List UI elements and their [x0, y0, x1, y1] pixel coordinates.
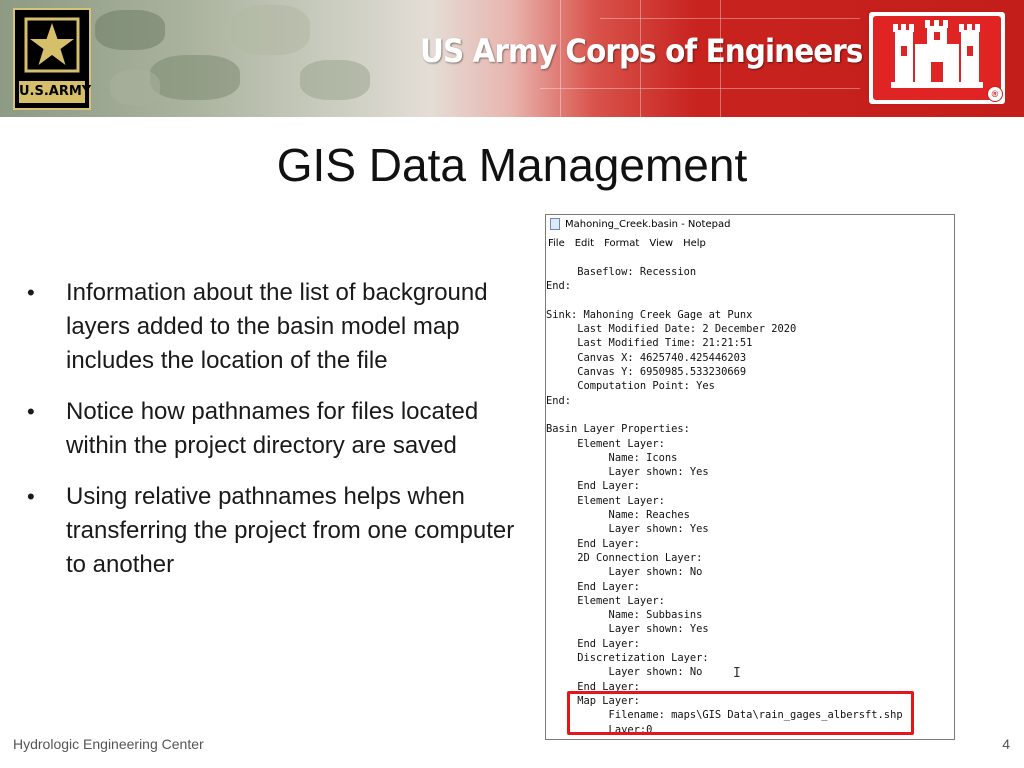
notepad-line: End:	[546, 280, 572, 293]
bullet-list: • Information about the list of backgrou…	[22, 276, 532, 599]
star-icon	[24, 17, 80, 73]
footer-organization: Hydrologic Engineering Center	[13, 736, 204, 752]
notepad-line: Layer shown: Yes	[546, 466, 709, 479]
notepad-line: Layer shown: No	[546, 566, 703, 579]
notepad-window-screenshot: Mahoning_Creek.basin - Notepad File Edit…	[545, 214, 955, 740]
notepad-line: Layer shown: No	[546, 666, 703, 679]
menu-view[interactable]: View	[649, 238, 673, 249]
notepad-line	[546, 294, 903, 308]
notepad-line: Last Modified Date: 2 December 2020	[546, 323, 797, 336]
notepad-line: Name: Reaches	[546, 509, 690, 522]
us-army-logo: U.S.ARMY	[13, 8, 91, 110]
bullet-icon: •	[27, 399, 35, 424]
notepad-line: Sink: Mahoning Creek Gage at Punx	[546, 308, 753, 321]
notepad-line: 2D Connection Layer:	[546, 551, 703, 564]
slide-title: GIS Data Management	[276, 139, 748, 191]
header-banner: U.S.ARMY US Army Corps of Engineers ®	[0, 0, 1024, 117]
menu-help[interactable]: Help	[683, 238, 706, 249]
notepad-line: Element Layer:	[546, 437, 665, 450]
bullet-item: • Using relative pathnames helps when tr…	[22, 480, 532, 582]
notepad-line: Last Modified Time: 21:21:51	[546, 337, 753, 350]
castle-icon	[891, 20, 983, 88]
notepad-line: Name: Subbasins	[546, 609, 703, 622]
corps-castle-logo: ®	[866, 9, 1008, 107]
notepad-line: End Layer:	[546, 480, 640, 493]
notepad-line: Discretization Layer:	[546, 652, 709, 665]
bullet-text: Notice how pathnames for files located w…	[66, 398, 479, 459]
registered-trademark: ®	[987, 86, 1003, 102]
menu-file[interactable]: File	[548, 238, 565, 249]
notepad-line: Baseflow: Recession	[546, 266, 697, 278]
map-layer-highlight-box	[567, 691, 914, 735]
notepad-line: Name: Icons	[546, 451, 678, 464]
blueprint-line	[600, 18, 860, 19]
page-number: 4	[1002, 736, 1010, 752]
blueprint-line	[540, 88, 860, 89]
notepad-line	[546, 408, 903, 422]
camo-pattern	[300, 60, 370, 100]
notepad-line: Element Layer:	[546, 494, 665, 507]
camo-pattern	[230, 5, 310, 55]
notepad-titlebar: Mahoning_Creek.basin - Notepad	[546, 215, 954, 233]
text-cursor-icon: I	[733, 666, 741, 681]
bullet-text: Using relative pathnames helps when tran…	[66, 483, 515, 578]
army-logo-text: U.S.ARMY	[19, 81, 91, 103]
notepad-line: Element Layer:	[546, 594, 665, 607]
camo-pattern	[95, 10, 165, 50]
notepad-text-area[interactable]: Baseflow: Recession End: Sink: Mahoning C…	[546, 265, 903, 737]
organization-title: US Army Corps of Engineers	[420, 32, 863, 70]
camo-pattern	[150, 55, 240, 100]
notepad-line: End:	[546, 394, 572, 407]
notepad-line: Basin Layer Properties:	[546, 423, 690, 436]
bullet-icon: •	[27, 484, 35, 509]
notepad-line: Canvas Y: 6950985.533230669	[546, 366, 747, 379]
notepad-window-title: Mahoning_Creek.basin - Notepad	[565, 218, 731, 230]
bullet-text: Information about the list of background…	[66, 279, 488, 374]
notepad-line: End Layer:	[546, 637, 640, 650]
notepad-line: Canvas X: 4625740.425446203	[546, 351, 747, 364]
notepad-line: End Layer:	[546, 537, 640, 550]
notepad-icon	[550, 218, 560, 230]
notepad-line: Computation Point: Yes	[546, 380, 715, 393]
bullet-item: • Notice how pathnames for files located…	[22, 395, 532, 463]
notepad-line: End Layer:	[546, 580, 640, 593]
bullet-icon: •	[27, 280, 35, 305]
bullet-item: • Information about the list of backgrou…	[22, 276, 532, 378]
notepad-line: Layer shown: Yes	[546, 523, 709, 536]
camo-pattern	[110, 70, 160, 105]
menu-format[interactable]: Format	[604, 238, 639, 249]
notepad-line: Layer shown: Yes	[546, 623, 709, 636]
menu-edit[interactable]: Edit	[575, 238, 594, 249]
notepad-menubar: File Edit Format View Help	[546, 233, 954, 253]
